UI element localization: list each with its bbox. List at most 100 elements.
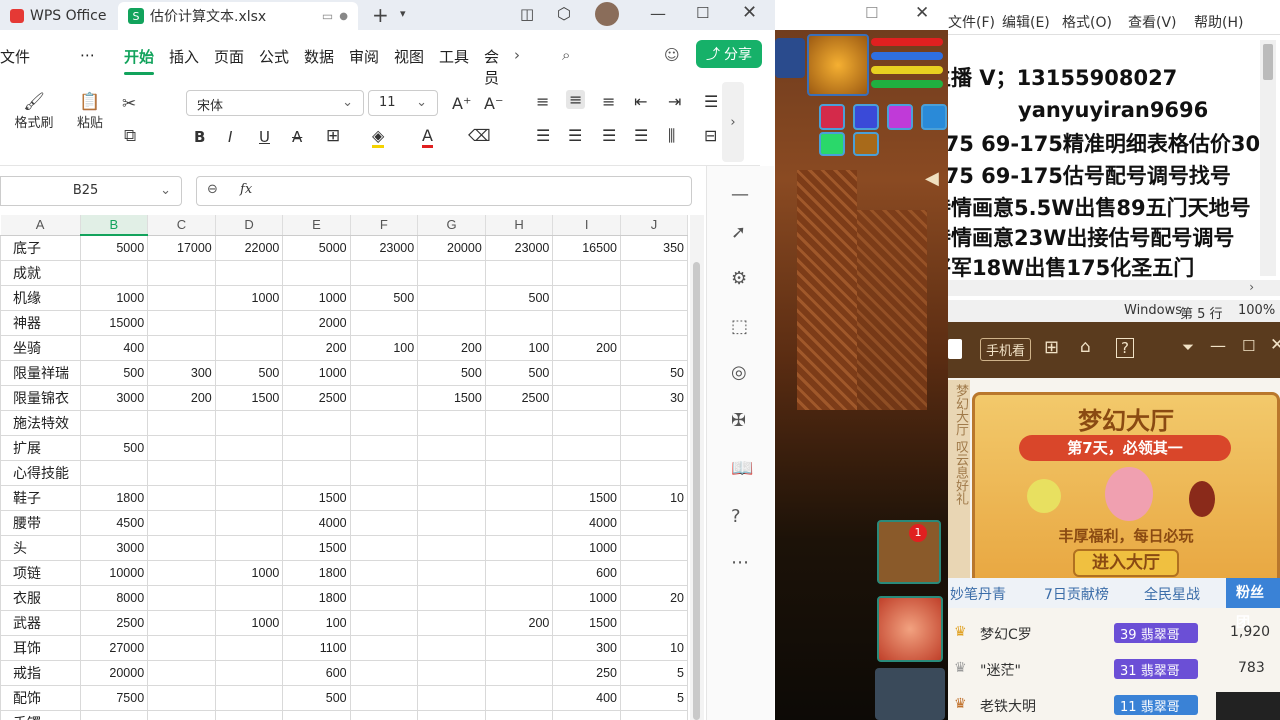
table-cell[interactable] [349,359,419,386]
vertical-scrollbar[interactable] [1260,40,1276,276]
menu-page[interactable]: 页面 [214,46,244,67]
row-label-cell[interactable]: 武器 [0,609,81,636]
table-cell[interactable]: 1500 [282,534,351,561]
table-cell[interactable] [214,259,284,286]
table-cell[interactable]: 1000 [282,359,351,386]
table-cell[interactable]: 2500 [79,609,149,636]
fx-icon[interactable]: fx [240,182,252,197]
menu-tools[interactable]: 工具 [439,46,469,67]
row-label-cell[interactable]: 施法特效 [0,409,81,436]
table-cell[interactable] [147,434,216,461]
table-cell[interactable]: 30 [619,384,688,411]
np-menu-format[interactable]: 格式(O) [1062,12,1112,32]
table-cell[interactable] [552,309,621,336]
table-cell[interactable] [349,434,419,461]
table-cell[interactable]: 1800 [282,559,351,586]
copy-icon[interactable]: ⧉ [124,126,136,146]
table-cell[interactable]: 4000 [282,509,351,536]
tab-dot-icon[interactable]: ● [339,11,348,22]
column-header[interactable]: H [485,215,554,236]
sliders-icon[interactable]: ⚙ [731,268,747,289]
row-label-cell[interactable]: 坐骑 [0,334,81,361]
formula-input[interactable]: ⊖ fx [196,176,692,206]
column-header[interactable]: I [552,215,621,236]
table-cell[interactable]: 1500 [417,384,486,411]
table-cell[interactable] [619,709,688,720]
table-cell[interactable]: 1000 [282,284,351,311]
zoom-icon[interactable]: ⊖ [207,182,218,197]
lock-icon[interactable]: ⌂ [1080,337,1091,357]
building-icon[interactable] [875,668,945,720]
row-label-cell[interactable]: 项链 [0,559,81,586]
close-icon[interactable]: ✕ [742,2,757,23]
table-cell[interactable] [147,334,216,361]
table-cell[interactable]: 1800 [79,484,149,511]
maximize-icon[interactable]: ☐ [865,4,878,22]
align-top-icon[interactable]: ≡ [536,92,549,111]
menu-more[interactable]: ⋯ [80,46,95,64]
wrap-text-icon[interactable]: ☰ [704,92,718,111]
font-size-select[interactable]: 11 ⌄ [368,90,438,116]
cut-icon[interactable]: ✂ [122,94,136,114]
table-cell[interactable]: 1000 [552,534,621,561]
table-cell[interactable] [417,709,486,720]
indent-decrease-icon[interactable]: ⇤ [634,92,647,111]
chat-icon[interactable]: ☺ [664,46,680,64]
minimize-icon[interactable]: — [650,4,666,23]
table-cell[interactable] [484,409,554,436]
table-cell[interactable]: 4000 [552,509,621,536]
row-label-cell[interactable]: 限量锦衣 [0,384,81,411]
font-name-select[interactable]: 宋体 ⌄ [186,90,364,116]
table-cell[interactable] [147,409,216,436]
fan-row[interactable]: ♛ 老铁大明 11 翡翠哥 [948,692,1280,720]
table-cell[interactable]: 400 [552,684,621,711]
table-cell[interactable] [349,509,419,536]
table-cell[interactable]: 300 [552,634,621,661]
justify-icon[interactable]: ☰ [634,126,648,145]
spreadsheet-grid[interactable]: ABCDEFGHIJ 底子 5000 17000 22000 5000 23000 2000… [0,215,688,720]
table-cell[interactable] [147,309,216,336]
table-cell[interactable] [147,509,216,536]
table-cell[interactable]: 1000 [79,284,149,311]
fan-row[interactable]: ♛ 梦幻C罗 39 翡翠哥 1,920 [948,620,1280,654]
pet-avatar[interactable] [807,34,869,96]
table-cell[interactable]: 23000 [349,234,419,261]
green-buff-icon[interactable] [819,132,845,156]
table-cell[interactable] [214,409,284,436]
table-cell[interactable]: 7500 [79,684,149,711]
table-cell[interactable]: 500 [214,359,284,386]
table-cell[interactable] [79,409,149,436]
layout-icon[interactable]: ◫ [520,5,534,23]
table-cell[interactable] [417,459,486,486]
table-cell[interactable] [147,684,216,711]
row-label-cell[interactable]: 腰带 [0,509,81,536]
table-cell[interactable]: 1000 [214,559,284,586]
table-cell[interactable] [147,259,216,286]
crystal-buff-icon[interactable] [921,104,947,130]
ribbon-scroll-right-icon[interactable]: › [722,82,744,162]
table-cell[interactable] [214,634,284,661]
table-cell[interactable] [147,709,216,720]
table-cell[interactable] [417,259,486,286]
heart-buff-icon[interactable] [819,104,845,130]
enter-hall-button[interactable]: 进入大厅 [1073,549,1179,577]
table-cell[interactable] [484,309,554,336]
table-cell[interactable] [349,709,419,720]
scroll-buff-icon[interactable] [853,132,879,156]
table-cell[interactable] [484,634,554,661]
table-cell[interactable] [349,534,419,561]
italic-icon[interactable]: I [228,128,232,146]
select-cursor-icon[interactable]: ➚ [731,222,746,243]
tab-star-war[interactable]: 全民星战 [1144,584,1200,604]
table-cell[interactable] [619,559,688,586]
table-cell[interactable]: 200 [282,334,351,361]
table-cell[interactable] [147,559,216,586]
row-label-cell[interactable]: 头 [0,534,81,561]
notepad-text-area[interactable]: 主播 V；13155908027 yanyuyiran9696 175 69-1… [948,40,1280,280]
table-cell[interactable] [214,434,284,461]
hall-banner[interactable]: 梦幻大厅 第7天，必领其一 丰厚福利，每日必玩 进入大厅 [972,392,1280,592]
table-cell[interactable] [484,459,554,486]
table-cell[interactable] [147,609,216,636]
table-cell[interactable] [214,334,284,361]
table-cell[interactable] [417,434,486,461]
